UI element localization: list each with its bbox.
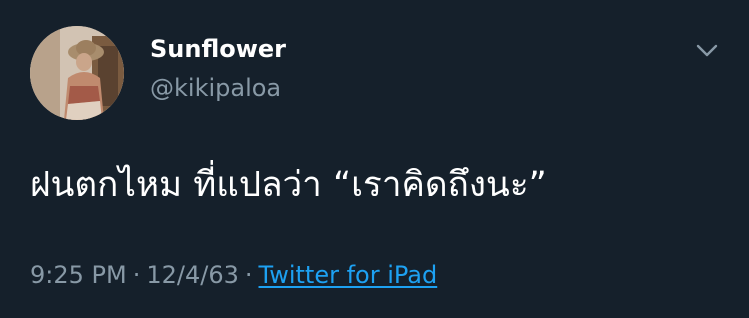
tweet-text: ฝนตกไหม ที่แปลว่า “เราคิดถึงนะ”: [30, 165, 547, 205]
meta-separator: ·: [132, 261, 141, 289]
avatar[interactable]: [30, 26, 124, 120]
meta-separator: ·: [244, 261, 253, 289]
chevron-down-icon[interactable]: [692, 36, 722, 66]
tweet-meta: 9:25 PM · 12/4/63 · Twitter for iPad: [30, 258, 437, 292]
display-name[interactable]: Sunflower: [150, 34, 286, 64]
user-handle[interactable]: @kikipaloa: [150, 73, 281, 103]
tweet-source-link[interactable]: Twitter for iPad: [259, 261, 438, 289]
avatar-image: [30, 26, 124, 120]
tweet-time[interactable]: 9:25 PM: [30, 261, 127, 289]
tweet-date[interactable]: 12/4/63: [146, 261, 239, 289]
tweet-card: Sunflower @kikipaloa ฝนตกไหม ที่แปลว่า “…: [0, 0, 749, 318]
